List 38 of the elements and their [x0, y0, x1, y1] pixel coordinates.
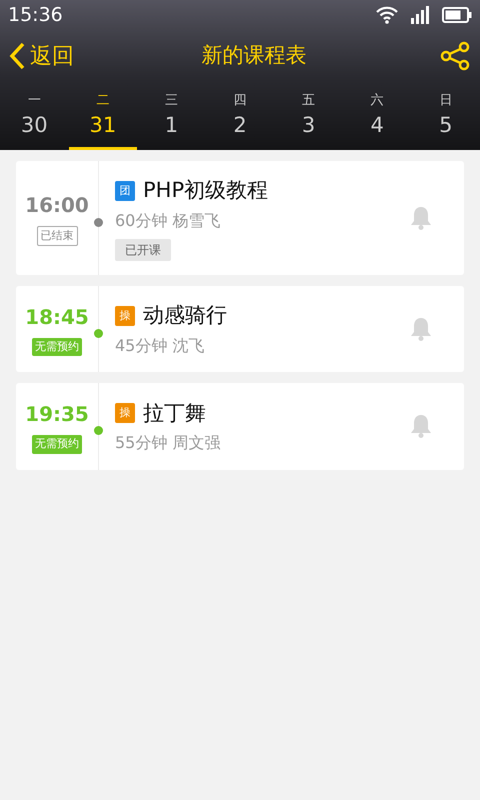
page-title: 新的课程表	[202, 42, 306, 70]
chevron-left-icon	[8, 42, 26, 70]
status-badge: 无需预约	[32, 338, 82, 356]
status-badge: 无需预约	[32, 435, 82, 454]
class-time: 19:35	[25, 401, 89, 428]
day-tab[interactable]: 四 2	[206, 92, 274, 150]
type-badge: 操	[115, 403, 135, 424]
bell-icon[interactable]	[410, 206, 432, 230]
class-tag: 已开课	[115, 238, 171, 260]
back-button[interactable]: 返回	[8, 40, 74, 72]
wifi-icon	[376, 6, 398, 24]
status-time: 15:36	[8, 2, 63, 28]
class-card[interactable]: 16:00 已结束 团 PHP初级教程 60分钟 杨雪飞 已开课	[16, 161, 464, 274]
day-tab[interactable]: 二 31	[68, 92, 138, 150]
status-badge: 已结束	[36, 226, 78, 246]
bell-icon[interactable]	[410, 316, 432, 341]
class-details: 45分钟 沈飞	[115, 334, 206, 356]
class-time: 16:00	[25, 192, 89, 218]
class-title: PHP初级教程	[143, 177, 268, 204]
share-icon	[440, 41, 470, 71]
battery-icon	[442, 7, 472, 23]
day-tab[interactable]: 五 3	[274, 92, 343, 150]
share-button[interactable]	[438, 39, 472, 73]
day-tab[interactable]: 六 4	[342, 92, 412, 150]
class-details: 55分钟 周文强	[115, 432, 222, 454]
class-card[interactable]: 19:35 无需预约 操 拉丁舞 55分钟 周文强	[16, 383, 464, 470]
class-time: 18:45	[25, 304, 89, 330]
type-badge: 操	[115, 306, 135, 326]
day-tab[interactable]: 日 5	[411, 92, 480, 150]
bell-icon[interactable]	[410, 414, 432, 438]
class-details: 60分钟 杨雪飞	[115, 210, 222, 232]
signal-icon	[410, 6, 430, 24]
day-tab[interactable]: 一 30	[0, 92, 69, 150]
class-title: 动感骑行	[143, 302, 227, 329]
day-tab[interactable]: 三 1	[137, 92, 206, 150]
class-card[interactable]: 18:45 无需预约 操 动感骑行 45分钟 沈飞	[16, 286, 464, 372]
type-badge: 团	[115, 180, 135, 201]
class-title: 拉丁舞	[143, 400, 206, 426]
